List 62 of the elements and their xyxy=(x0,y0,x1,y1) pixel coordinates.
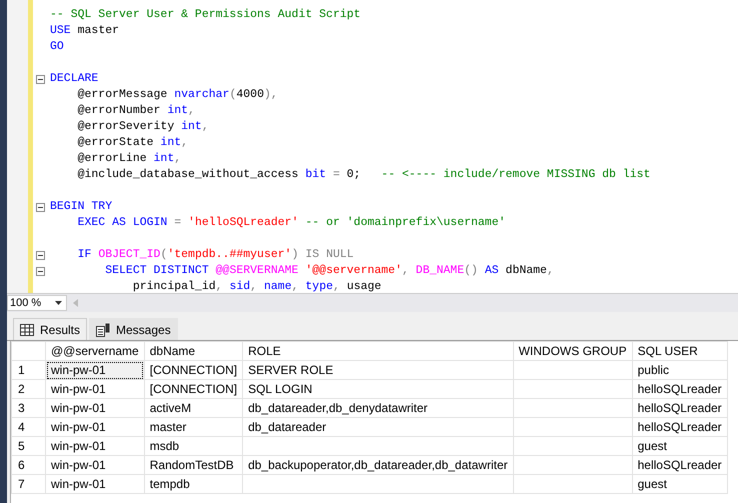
table-cell: helloSQLreader xyxy=(632,380,728,398)
code-line: principal_id, sid, name, type, usage xyxy=(132,279,382,295)
table-cell: db_datareader,db_denydatawriter xyxy=(242,398,514,418)
row-number: 6 xyxy=(12,456,46,474)
collapse-icon[interactable] xyxy=(36,74,44,84)
table-cell: RandomTestDB xyxy=(144,456,243,474)
column-header[interactable]: dbName xyxy=(144,342,243,360)
table-cell: db_datareader xyxy=(242,418,514,436)
table-cell: win-pw-01 xyxy=(46,360,144,380)
code-line: IF OBJECT_ID('tempdb..##myuser') IS NULL xyxy=(76,247,354,263)
table-cell: win-pw-01 xyxy=(46,398,144,418)
row-number: 4 xyxy=(12,418,46,436)
column-header[interactable]: ROLE xyxy=(242,342,514,360)
code-line: DECLARE xyxy=(49,71,98,87)
code-line: @errorState int, xyxy=(76,135,188,151)
table-cell: SQL LOGIN xyxy=(242,380,514,398)
table-cell: public xyxy=(632,360,728,380)
row-number: 5 xyxy=(12,436,46,456)
table-cell: win-pw-01 xyxy=(46,456,144,474)
table-cell: activeM xyxy=(144,398,243,418)
table-cell: helloSQLreader xyxy=(632,418,728,436)
column-header[interactable]: @@servername xyxy=(46,342,144,360)
code-line: -- SQL Server User & Permissions Audit Script xyxy=(49,7,361,23)
code-line: USE master xyxy=(49,23,120,39)
table-cell: tempdb xyxy=(144,474,243,494)
code-line: SELECT DISTINCT @@SERVERNAME '@@servername', DB_NAME() AS dbName, xyxy=(104,263,554,279)
column-header[interactable]: WINDOWS GROUP xyxy=(513,342,632,360)
table-cell: guest xyxy=(632,474,728,494)
code-line: @include_database_without_access bit = 0; -- <---- include/remove MISSING db list xyxy=(76,167,650,183)
collapse-icon[interactable] xyxy=(36,250,44,260)
grid-icon xyxy=(20,324,34,336)
results-tab[interactable]: Messages xyxy=(89,318,178,340)
table-cell: win-pw-01 xyxy=(46,436,144,456)
code-line: @errorSeverity int, xyxy=(76,119,209,135)
row-number: 7 xyxy=(12,474,46,494)
code-line: GO xyxy=(49,39,64,55)
table-cell: helloSQLreader xyxy=(632,456,728,474)
table-cell: win-pw-01 xyxy=(46,418,144,436)
table-cell: msdb xyxy=(144,436,243,456)
table-cell: win-pw-01 xyxy=(46,474,144,494)
table-cell: master xyxy=(144,418,243,436)
table-cell: SERVER ROLE xyxy=(242,360,514,380)
code-line: @errorLine int, xyxy=(76,151,182,167)
code-line: @errorNumber int, xyxy=(76,103,195,119)
results-tab[interactable]: Results xyxy=(13,318,88,340)
table-cell: win-pw-01 xyxy=(46,380,144,398)
row-number: 3 xyxy=(12,398,46,418)
table-cell: guest xyxy=(632,436,728,456)
code-line: EXEC AS LOGIN = 'helloSQLreader' -- or 'domainprefix\username' xyxy=(76,215,506,231)
dropdown-arrow-icon xyxy=(55,301,62,305)
collapse-icon[interactable] xyxy=(36,202,44,212)
code-line: BEGIN TRY xyxy=(49,199,112,215)
collapse-icon[interactable] xyxy=(36,266,44,276)
table-cell: helloSQLreader xyxy=(632,398,728,418)
zoom-dropdown[interactable]: 100 % xyxy=(7,295,67,311)
table-cell: [CONNECTION] xyxy=(144,380,243,398)
code-line: @errorMessage nvarchar(4000), xyxy=(76,87,278,103)
column-header[interactable]: SQL USER xyxy=(632,342,728,360)
row-number: 2 xyxy=(12,380,46,398)
table-cell: db_backupoperator,db_datareader,db_datawriter xyxy=(242,456,514,474)
table-cell: [CONNECTION] xyxy=(144,360,243,380)
document-icon xyxy=(96,322,110,336)
